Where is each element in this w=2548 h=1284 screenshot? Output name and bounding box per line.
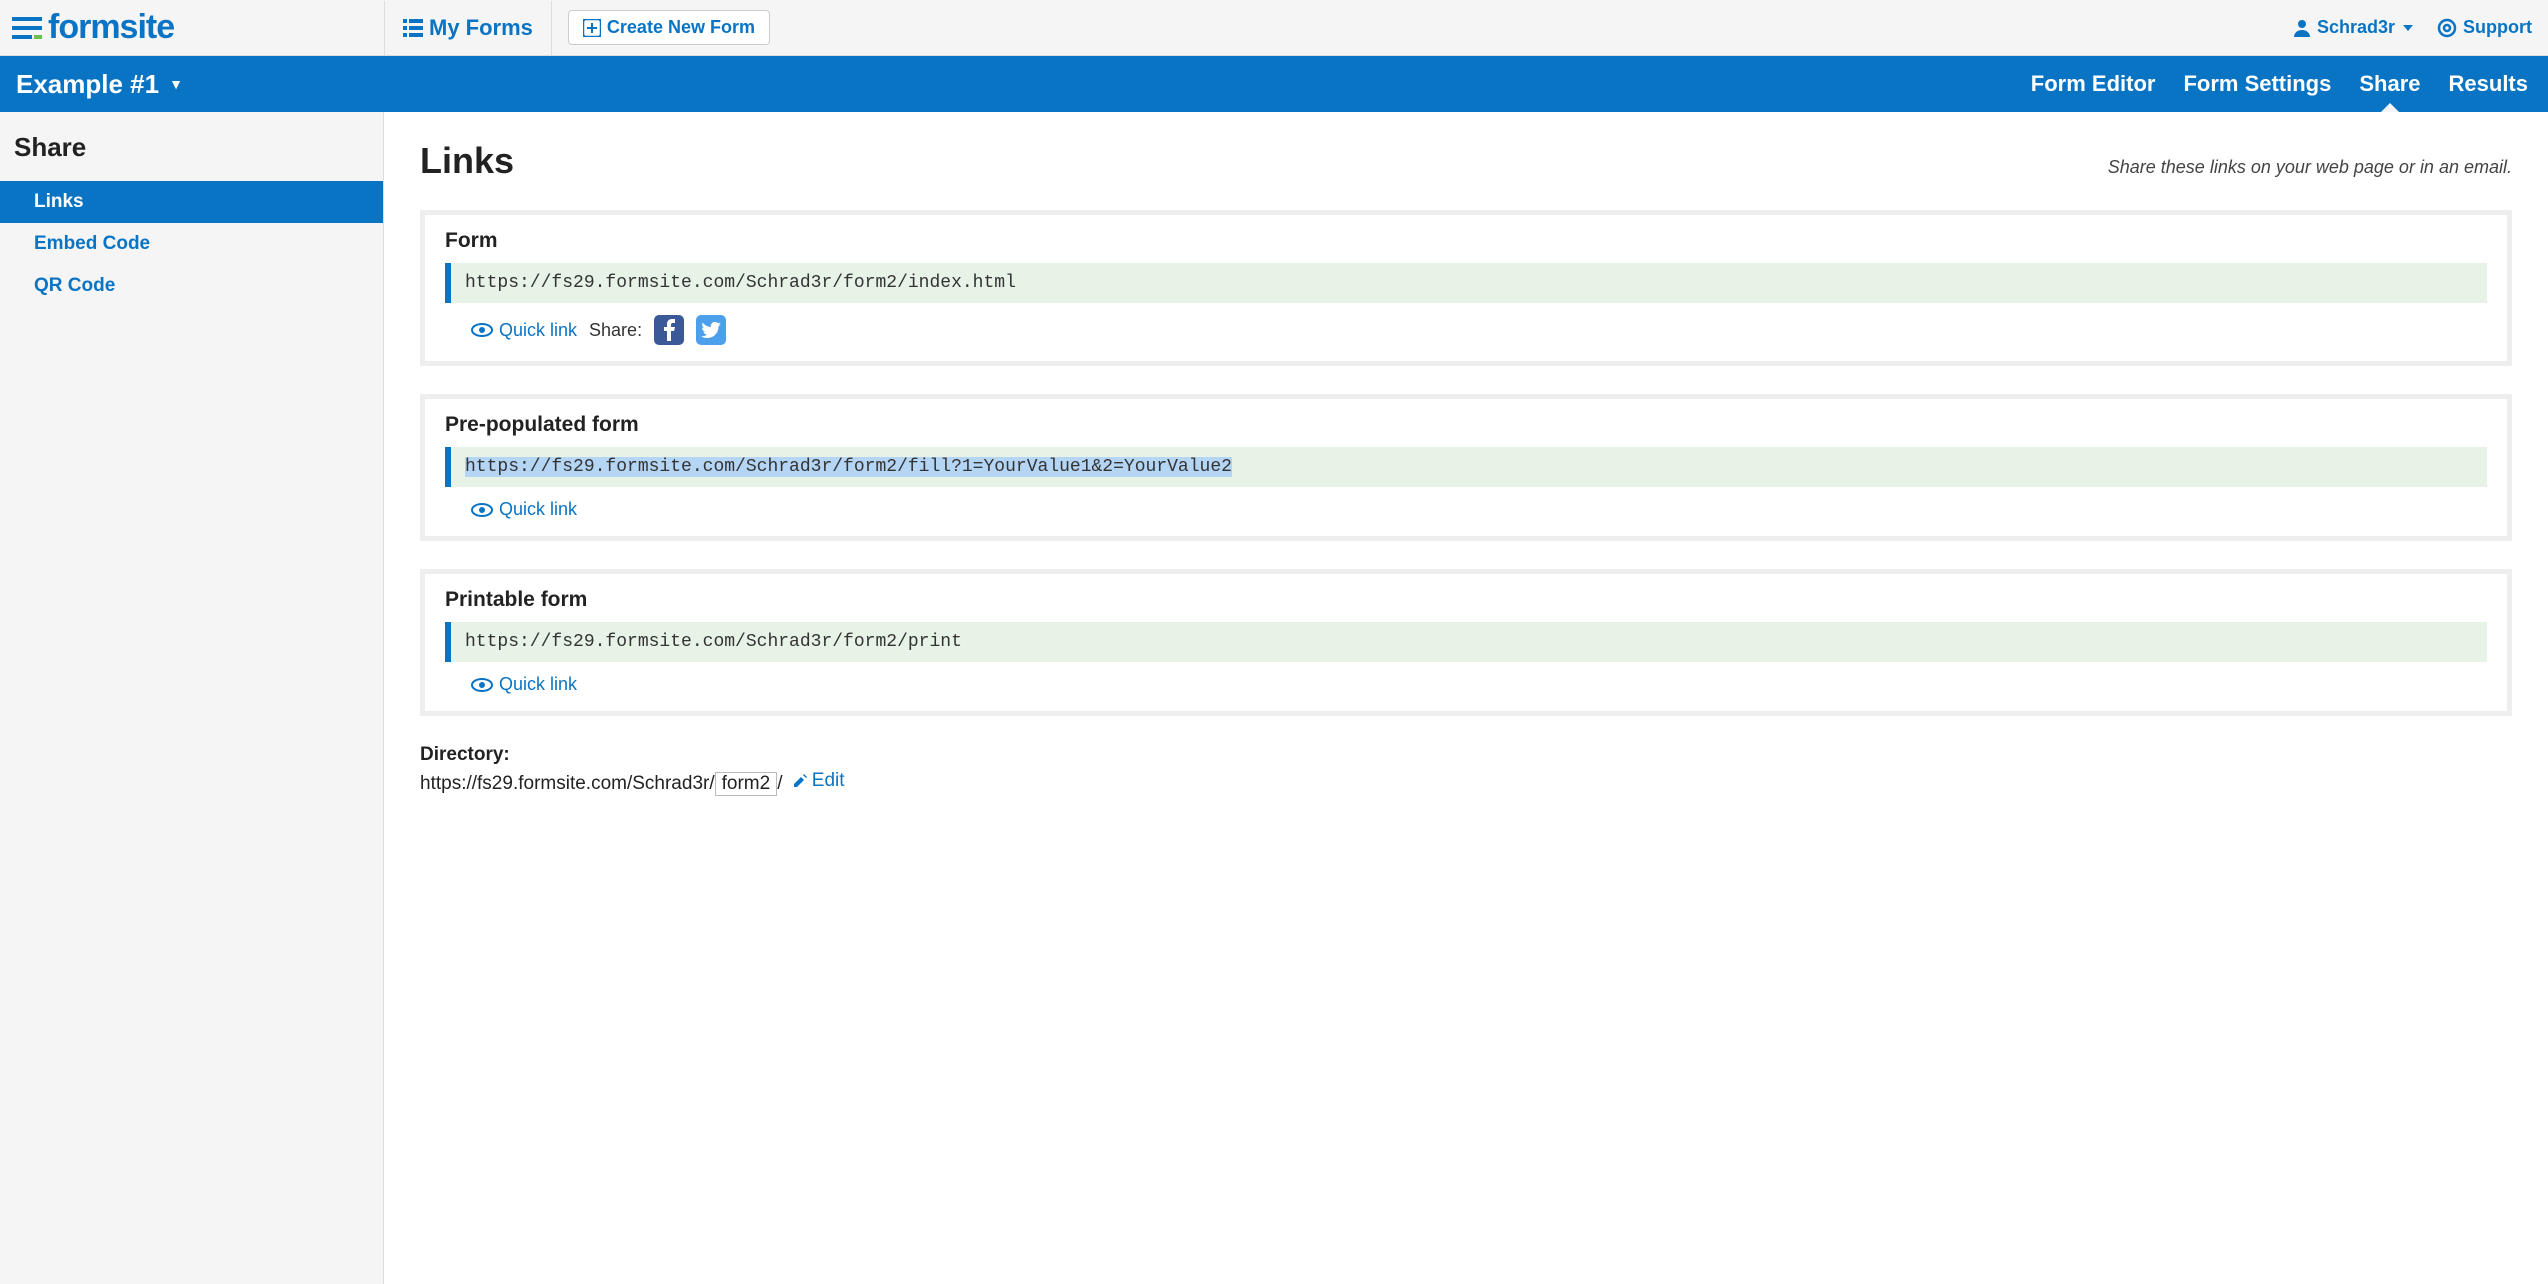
user-icon	[2293, 19, 2311, 37]
form-name-dropdown[interactable]: Example #1 ▼	[16, 69, 183, 100]
nav-form-editor[interactable]: Form Editor	[2031, 57, 2156, 111]
support-link[interactable]: Support	[2437, 17, 2532, 38]
directory-slash: /	[777, 773, 782, 794]
quick-link-label: Quick link	[499, 320, 577, 341]
eye-icon	[471, 678, 493, 692]
quick-link-label: Quick link	[499, 499, 577, 520]
form-name: Example #1	[16, 69, 159, 100]
sidebar-item-links[interactable]: Links	[0, 181, 383, 223]
quick-link-form[interactable]: Quick link	[445, 320, 577, 341]
share-sidebar: Share Links Embed Code QR Code	[0, 112, 384, 1284]
eye-icon	[471, 323, 493, 337]
user-menu[interactable]: Schrad3r	[2293, 17, 2413, 38]
quick-link-prepop[interactable]: Quick link	[445, 499, 577, 520]
directory-edit-link[interactable]: Edit	[792, 770, 845, 792]
user-name: Schrad3r	[2317, 17, 2395, 38]
directory-edit-label: Edit	[812, 770, 845, 792]
page-subtitle: Share these links on your web page or in…	[2108, 157, 2512, 178]
nav-form-settings[interactable]: Form Settings	[2183, 57, 2331, 111]
printable-url[interactable]: https://fs29.formsite.com/Schrad3r/form2…	[445, 622, 2487, 662]
directory-form-input[interactable]: form2	[715, 772, 778, 796]
card-title-form: Form	[445, 229, 2487, 253]
page-title: Links	[420, 140, 514, 182]
menu-lines-icon	[12, 15, 42, 41]
form-header-bar: Example #1 ▼ Form Editor Form Settings S…	[0, 56, 2548, 112]
brand-logo[interactable]: formsite	[0, 8, 384, 47]
directory-label: Directory:	[420, 744, 2512, 766]
my-forms-label: My Forms	[429, 15, 533, 41]
directory-section: Directory: https://fs29.formsite.com/Sch…	[420, 744, 2512, 796]
lifebuoy-icon	[2437, 18, 2457, 38]
brand-name: formsite	[48, 8, 174, 47]
my-forms-link[interactable]: My Forms	[384, 1, 552, 55]
sidebar-item-embed[interactable]: Embed Code	[0, 223, 383, 265]
chevron-down-icon: ▼	[169, 76, 183, 92]
quick-link-label: Quick link	[499, 674, 577, 695]
eye-icon	[471, 503, 493, 517]
prepopulated-link-card: Pre-populated form https://fs29.formsite…	[420, 394, 2512, 541]
facebook-icon	[661, 319, 677, 341]
support-label: Support	[2463, 17, 2532, 38]
nav-share[interactable]: Share	[2359, 57, 2420, 111]
topbar: formsite My Forms Create New Form Schr	[0, 0, 2548, 56]
twitter-icon	[701, 322, 721, 338]
sidebar-item-qr[interactable]: QR Code	[0, 265, 383, 307]
card-title-printable: Printable form	[445, 588, 2487, 612]
prepop-url[interactable]: https://fs29.formsite.com/Schrad3r/form2…	[445, 447, 2487, 487]
sidebar-title: Share	[0, 128, 383, 181]
directory-base: https://fs29.formsite.com/Schrad3r/	[420, 773, 715, 794]
create-new-form-label: Create New Form	[607, 17, 755, 38]
form-link-card: Form https://fs29.formsite.com/Schrad3r/…	[420, 210, 2512, 366]
share-label: Share:	[589, 320, 642, 341]
chevron-down-icon	[2403, 25, 2413, 31]
list-icon	[403, 19, 423, 37]
quick-link-printable[interactable]: Quick link	[445, 674, 577, 695]
form-url[interactable]: https://fs29.formsite.com/Schrad3r/form2…	[445, 263, 2487, 303]
create-new-form-button[interactable]: Create New Form	[568, 10, 770, 45]
share-twitter-button[interactable]	[696, 315, 726, 345]
printable-link-card: Printable form https://fs29.formsite.com…	[420, 569, 2512, 716]
card-title-prepop: Pre-populated form	[445, 413, 2487, 437]
form-nav: Form Editor Form Settings Share Results	[2031, 57, 2528, 111]
main-content: Links Share these links on your web page…	[384, 112, 2548, 1284]
plus-square-icon	[583, 19, 601, 37]
pencil-icon	[792, 773, 808, 789]
share-facebook-button[interactable]	[654, 315, 684, 345]
nav-results[interactable]: Results	[2449, 57, 2528, 111]
